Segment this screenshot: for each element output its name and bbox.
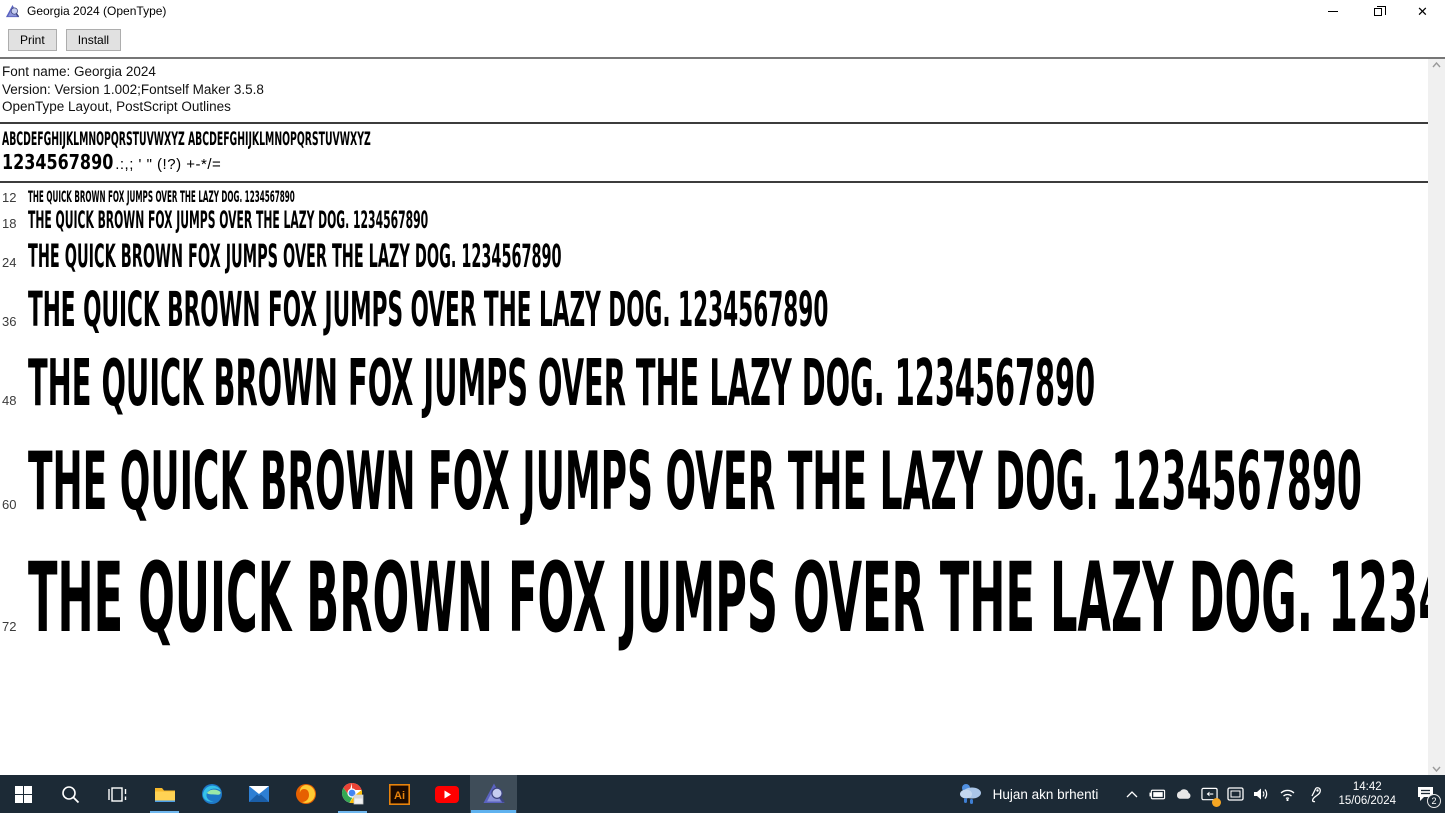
size-label: 18 — [2, 216, 17, 232]
search-button[interactable] — [47, 775, 94, 813]
tray-windows-ink[interactable] — [1305, 782, 1322, 806]
search-icon — [62, 785, 80, 803]
minimize-button[interactable] — [1310, 0, 1355, 22]
speaker-icon — [1254, 788, 1268, 800]
sample-row-72: 72 THE QUICK BROWN FOX JUMPS OVER THE LA… — [0, 541, 1428, 654]
task-view-icon — [107, 786, 126, 802]
sample-row-18: 18 THE QUICK BROWN FOX JUMPS OVER THE LA… — [0, 208, 1428, 233]
file-explorer-button[interactable] — [141, 775, 188, 813]
toolbar: Print Install — [0, 22, 1445, 59]
scroll-down-icon[interactable] — [1432, 766, 1441, 772]
print-button[interactable]: Print — [8, 28, 57, 51]
numbers-glyph-line: 1234567890.:,; ' " (!?) +-*/= — [2, 149, 1428, 176]
battery-icon — [1149, 789, 1166, 799]
weather-widget[interactable]: Hujan akn brhenti — [958, 782, 1115, 806]
windows-logo-icon — [15, 785, 32, 803]
edge-icon — [201, 784, 222, 804]
vertical-scrollbar[interactable] — [1428, 59, 1445, 775]
firefox-icon — [295, 784, 316, 804]
sample-row-12: 12 THE QUICK BROWN FOX JUMPS OVER THE LA… — [0, 186, 1428, 206]
sample-row-48: 48 THE QUICK BROWN FOX JUMPS OVER THE LA… — [0, 351, 1428, 418]
restore-icon — [1373, 6, 1386, 16]
size-label: 60 — [2, 496, 17, 512]
punctuation-glyphs: .:,; ' " (!?) +-*/= — [115, 155, 222, 173]
wifi-icon — [1280, 789, 1295, 801]
mail-button[interactable] — [235, 775, 282, 813]
firefox-button[interactable] — [282, 775, 329, 813]
font-version-line: Version: Version 1.002;Fontself Maker 3.… — [2, 81, 264, 97]
svg-text:Ai: Ai — [394, 790, 405, 802]
file-explorer-icon — [154, 788, 175, 802]
sample-text: THE QUICK BROWN FOX JUMPS OVER THE LAZY … — [28, 237, 562, 276]
size-label: 36 — [2, 314, 17, 330]
tray-time: 14:42 — [1352, 781, 1382, 793]
restore-button[interactable] — [1355, 0, 1400, 22]
title-bar: Georgia 2024 (OpenType) ✕ — [0, 0, 1445, 22]
tray-network[interactable] — [1279, 782, 1296, 806]
sample-text: THE QUICK BROWN FOX JUMPS OVER THE LAZY … — [28, 206, 429, 235]
sample-row-24: 24 THE QUICK BROWN FOX JUMPS OVER THE LA… — [0, 240, 1428, 274]
glyph-preview: ABCDEFGHIJKLMNOPQRSTUVWXYZ ABCDEFGHIJKLM… — [0, 124, 1428, 181]
mail-icon — [248, 786, 269, 802]
font-viewer-icon — [483, 783, 505, 803]
sample-row-60: 60 THE QUICK BROWN FOX JUMPS OVER THE LA… — [0, 434, 1428, 528]
sample-text: THE QUICK BROWN FOX JUMPS OVER THE LAZY … — [28, 541, 1428, 654]
uppercase-glyphs: ABCDEFGHIJKLMNOPQRSTUVWXYZ ABCDEFGHIJKLM… — [2, 127, 371, 150]
illustrator-button[interactable]: Ai — [376, 775, 423, 813]
size-label: 24 — [2, 255, 17, 271]
size-label: 12 — [2, 189, 17, 205]
youtube-button[interactable] — [423, 775, 470, 813]
illustrator-icon: Ai — [389, 783, 410, 805]
sample-text: THE QUICK BROWN FOX JUMPS OVER THE LAZY … — [28, 282, 829, 339]
install-button[interactable]: Install — [65, 28, 122, 51]
taskbar: Ai Hujan akn brhenti 14:42 15/06/2024 2 — [0, 775, 1445, 813]
size-samples: 12 THE QUICK BROWN FOX JUMPS OVER THE LA… — [0, 183, 1428, 649]
tray-tablet-mode[interactable] — [1227, 782, 1245, 806]
scroll-up-icon[interactable] — [1432, 62, 1441, 68]
clock[interactable]: 14:42 15/06/2024 — [1331, 780, 1403, 808]
orange-badge-icon — [1212, 798, 1222, 807]
digit-glyphs: 1234567890.:,; ' " (!?) +-*/= — [2, 149, 222, 174]
start-button[interactable] — [0, 775, 47, 813]
font-layout-line: OpenType Layout, PostScript Outlines — [2, 99, 231, 114]
pen-icon — [1311, 786, 1321, 802]
tablet-icon — [1227, 787, 1245, 801]
sample-text: THE QUICK BROWN FOX JUMPS OVER THE LAZY … — [28, 347, 1096, 422]
youtube-icon — [434, 785, 459, 803]
window-title: Georgia 2024 (OpenType) — [27, 4, 167, 18]
minimize-icon — [1327, 10, 1338, 12]
sample-text: THE QUICK BROWN FOX JUMPS OVER THE LAZY … — [28, 186, 295, 206]
cloud-icon — [1177, 789, 1191, 799]
font-name-line: Font name: Georgia 2024 — [2, 64, 156, 79]
font-viewer-taskbar-button[interactable] — [470, 775, 517, 813]
notification-count-badge: 2 — [1427, 794, 1441, 808]
tray-battery[interactable] — [1149, 782, 1166, 806]
tray-update-status[interactable] — [1201, 782, 1222, 807]
chrome-button[interactable] — [329, 775, 376, 813]
tray-date: 15/06/2024 — [1338, 795, 1396, 807]
size-label: 48 — [2, 393, 17, 409]
chevron-up-icon — [1126, 790, 1138, 797]
edge-button[interactable] — [188, 775, 235, 813]
close-button[interactable]: ✕ — [1400, 0, 1445, 22]
font-viewer-app-icon — [5, 4, 20, 17]
sample-row-36: 36 THE QUICK BROWN FOX JUMPS OVER THE LA… — [0, 282, 1428, 339]
tray-volume[interactable] — [1253, 782, 1270, 806]
notification-center-button[interactable]: 2 — [1412, 782, 1441, 808]
tray-expand-button[interactable] — [1123, 782, 1140, 806]
weather-label: Hujan akn brhenti — [992, 786, 1099, 802]
size-label: 72 — [2, 618, 17, 634]
close-icon: ✕ — [1417, 3, 1428, 19]
font-info: Font name: Georgia 2024 Version: Version… — [0, 59, 1428, 122]
font-preview-area: Font name: Georgia 2024 Version: Version… — [0, 59, 1445, 775]
task-view-button[interactable] — [94, 775, 141, 813]
uppercase-glyph-line: ABCDEFGHIJKLMNOPQRSTUVWXYZ ABCDEFGHIJKLM… — [2, 128, 1428, 151]
tray-onedrive[interactable] — [1175, 782, 1192, 806]
chrome-icon — [341, 782, 363, 805]
sample-text: THE QUICK BROWN FOX JUMPS OVER THE LAZY … — [28, 434, 1362, 528]
rain-cloud-icon — [959, 784, 981, 804]
